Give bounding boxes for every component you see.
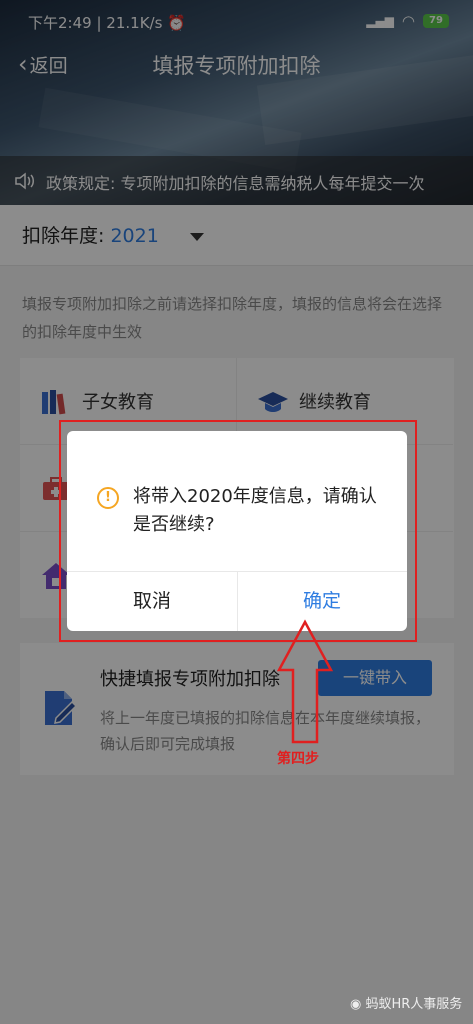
- annotation-highlight-box: [59, 420, 417, 642]
- wechat-icon: ◉: [350, 997, 366, 1012]
- step-label: 第四步: [277, 751, 319, 767]
- annotation-arrow-icon: [276, 619, 334, 744]
- watermark-text: 蚂蚁HR人事服务: [365, 997, 463, 1012]
- watermark: ◉ 蚂蚁HR人事服务: [350, 993, 462, 1012]
